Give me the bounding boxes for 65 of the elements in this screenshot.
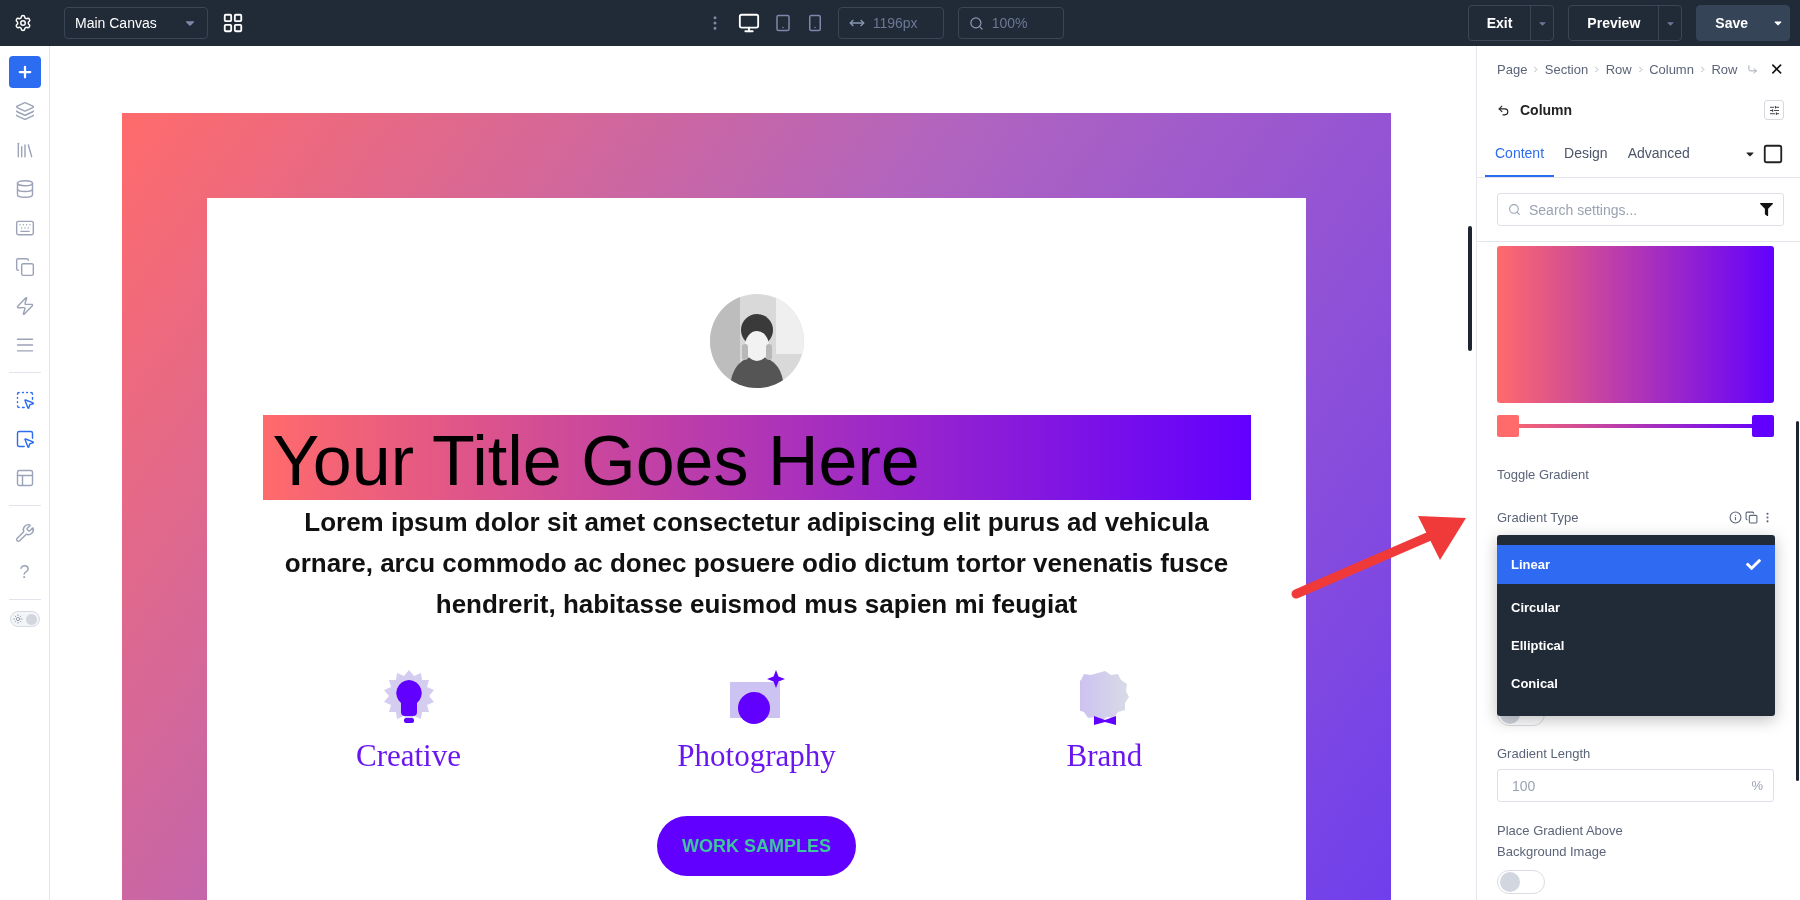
dropdown-option[interactable]: Circular (1497, 588, 1775, 626)
panel-tab[interactable]: Content (1485, 145, 1555, 177)
pages-icon[interactable] (14, 257, 35, 277)
feature-label: Creative (356, 738, 461, 774)
work-samples-button[interactable]: WORK SAMPLES (657, 816, 856, 876)
grid-icon[interactable] (222, 12, 244, 34)
pointer-layer-icon[interactable] (14, 429, 35, 449)
panel-tab[interactable]: Design (1554, 145, 1618, 177)
camera-icon (727, 670, 786, 726)
gradient-stop-handle[interactable] (1752, 415, 1774, 437)
award-icon (1079, 670, 1130, 726)
intro-paragraph: Lorem ipsum dolor sit amet consectetur adipiscing elit purus ad vehicula ornare, arcu commodo ac donec posuere odio dictum tortor venenatis fusce hendrerit, habitasse euismod mus sapien mi feugiat (283, 506, 1230, 621)
breadcrumb-link[interactable]: Column (1649, 61, 1694, 77)
field-label: Toggle Gradient (1497, 467, 1589, 482)
desktop-icon[interactable] (737, 12, 760, 34)
field-label: Gradient Type (1497, 510, 1579, 525)
database-icon[interactable] (14, 179, 35, 199)
template-icon[interactable] (14, 468, 35, 488)
check-icon (1746, 557, 1761, 572)
info-icon[interactable] (1729, 511, 1742, 524)
list-icon[interactable] (14, 335, 35, 355)
sun-icon (12, 614, 23, 624)
scrollbar[interactable] (1468, 226, 1472, 351)
gradient-stop-handle[interactable] (1497, 415, 1519, 437)
page-title: Your Title Goes Here (262, 415, 1251, 500)
back-icon[interactable] (1497, 103, 1510, 117)
breadcrumb-link[interactable]: Section (1544, 61, 1589, 77)
dropdown-option[interactable]: Conical (1497, 664, 1775, 702)
tablet-icon[interactable] (773, 14, 792, 32)
feature-label: Photography (677, 738, 836, 774)
add-button[interactable] (8, 56, 41, 88)
scrollbar[interactable] (1796, 421, 1799, 781)
settings-toggle-button[interactable] (1764, 100, 1784, 120)
return-icon[interactable] (1747, 62, 1759, 76)
zoom-field[interactable]: 100% (957, 7, 1064, 39)
lightning-icon[interactable] (14, 296, 35, 316)
zoom-icon (968, 15, 984, 31)
search-input[interactable]: Search settings... (1527, 200, 1754, 219)
breadcrumb-link[interactable]: Page (1497, 61, 1528, 77)
toggle-switch[interactable] (1497, 870, 1545, 894)
pointer-select-icon[interactable] (14, 390, 35, 410)
field-label: Place Gradient Above Background Image (1497, 822, 1624, 861)
panel-tab[interactable]: Advanced (1617, 145, 1700, 177)
square-icon[interactable] (1762, 143, 1784, 165)
dropdown-option[interactable]: Linear (1497, 545, 1775, 584)
keyboard-icon[interactable] (14, 218, 35, 238)
layers-icon[interactable] (14, 101, 35, 121)
breadcrumb-link[interactable]: Row (1605, 61, 1632, 77)
search-field[interactable]: Search settings... (1497, 193, 1784, 226)
sliders-icon (1768, 104, 1780, 116)
panel-title: Column (1520, 102, 1573, 118)
settings-icon[interactable] (14, 14, 32, 32)
tools-icon[interactable] (14, 523, 35, 543)
canvas-select[interactable]: Main Canvas (64, 7, 208, 39)
filter-icon[interactable] (1760, 203, 1773, 216)
search-icon (1508, 203, 1521, 216)
chevron-icon (1592, 63, 1602, 75)
field-label: Gradient Length (1497, 746, 1591, 761)
dropdown-option[interactable]: Elliptical (1497, 626, 1775, 664)
chevron-icon (1531, 63, 1541, 75)
theme-toggle[interactable] (9, 611, 40, 627)
lightbulb-icon (382, 670, 435, 726)
breadcrumb-link[interactable]: Row (1711, 61, 1738, 77)
feature-label: Brand (1066, 738, 1143, 774)
width-field[interactable]: 1196px (837, 7, 944, 39)
